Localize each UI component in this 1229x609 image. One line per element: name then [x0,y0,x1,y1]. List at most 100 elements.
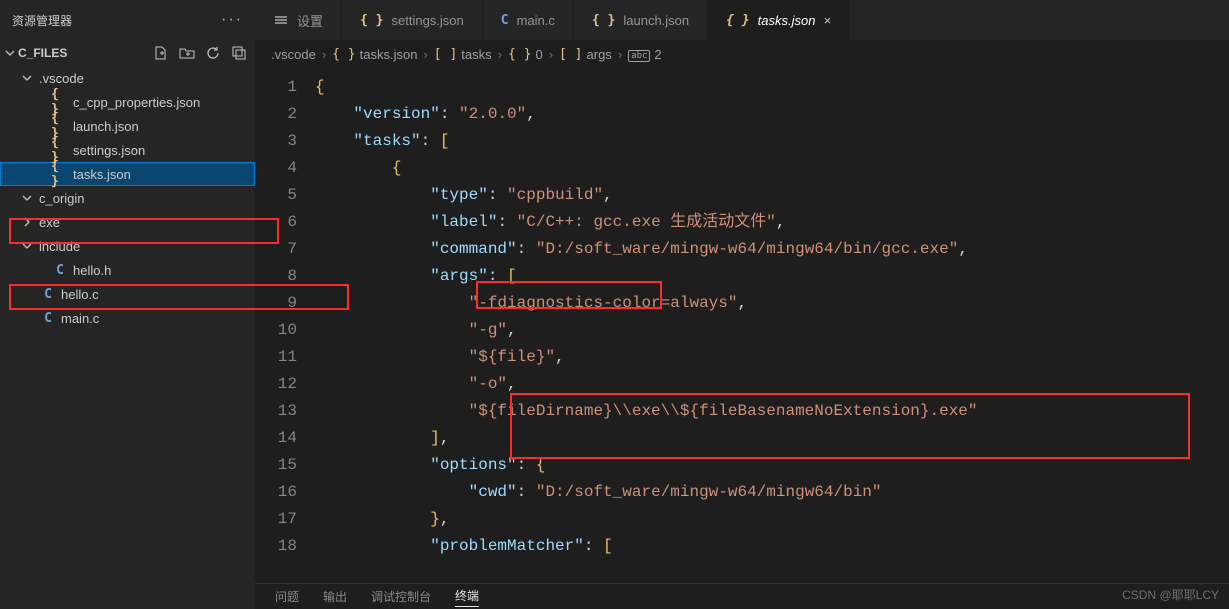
code-line[interactable]: "args": [ [315,263,1229,290]
tree-item-label: launch.json [73,119,139,134]
line-number: 2 [255,101,297,128]
editor-tab[interactable]: { }tasks.json× [708,0,850,40]
json-icon: { } [51,159,69,189]
folder-item[interactable]: exe [0,210,255,234]
panel-tab[interactable]: 调试控制台 [371,588,431,605]
folder-item[interactable]: .vscode [0,66,255,90]
c-icon: C [39,287,57,302]
sidebar-section[interactable]: C_FILES [0,40,255,66]
panel-tab[interactable]: 输出 [323,588,347,605]
line-number: 13 [255,398,297,425]
tree-item-label: hello.c [61,287,99,302]
chevron-down-icon [19,72,35,84]
breadcrumb-sep: › [618,47,622,62]
editor-tab[interactable]: { }settings.json [342,0,483,40]
c-icon: C [39,311,57,326]
file-item[interactable]: Chello.c [0,282,255,306]
code-line[interactable]: "${file}", [315,344,1229,371]
file-item[interactable]: { }launch.json [0,114,255,138]
tree-item-label: c_origin [39,191,85,206]
code-line[interactable]: "-o", [315,371,1229,398]
code-line[interactable]: "command": "D:/soft_ware/mingw-w64/mingw… [315,236,1229,263]
breadcrumb-sep: › [549,47,553,62]
chevron-down-icon [19,240,35,252]
tree-item-label: hello.h [73,263,111,278]
json-icon: { } [592,13,615,28]
breadcrumb-item[interactable]: args [587,47,612,62]
c-icon: C [501,13,509,28]
editor-tab[interactable]: 设置 [255,0,342,40]
code-line[interactable]: ], [315,425,1229,452]
more-icon[interactable]: ··· [221,11,243,29]
line-number: 9 [255,290,297,317]
new-file-icon[interactable] [153,45,169,61]
code-line[interactable]: "version": "2.0.0", [315,101,1229,128]
tree-item-label: main.c [61,311,99,326]
tree-item-label: .vscode [39,71,84,86]
code-line[interactable]: "options": { [315,452,1229,479]
file-item[interactable]: Cmain.c [0,306,255,330]
tab-label: settings.json [392,13,464,28]
code-line[interactable]: { [315,74,1229,101]
watermark: CSDN @耶耶LCY [1122,586,1219,603]
editor-tab[interactable]: Cmain.c [483,0,574,40]
file-item[interactable]: { }c_cpp_properties.json [0,90,255,114]
code-line[interactable]: "cwd": "D:/soft_ware/mingw-w64/mingw64/b… [315,479,1229,506]
line-number: 12 [255,371,297,398]
chevron-right-icon [19,216,35,228]
tab-label: main.c [517,13,555,28]
breadcrumb-icon: { } [332,47,355,62]
breadcrumb-item[interactable]: .vscode [271,47,316,62]
breadcrumb-item[interactable]: tasks.json [360,47,418,62]
tree-item-label: settings.json [73,143,145,158]
code-line[interactable]: "-g", [315,317,1229,344]
file-item[interactable]: { }settings.json [0,138,255,162]
breadcrumb[interactable]: .vscode›{ }tasks.json›[ ]tasks›{ }0›[ ]a… [255,40,1229,68]
code-area[interactable]: 123456789101112131415161718 { "version":… [255,68,1229,609]
close-icon[interactable]: × [823,13,831,28]
breadcrumb-icon: { } [508,47,531,62]
panel-tab[interactable]: 终端 [455,587,479,607]
tab-label: 设置 [297,11,323,30]
line-number: 3 [255,128,297,155]
bottom-panel: 问题 输出 调试控制台 终端 [255,583,1229,609]
refresh-icon[interactable] [205,45,221,61]
code-line[interactable]: }, [315,506,1229,533]
new-folder-icon[interactable] [179,45,195,61]
breadcrumb-sep: › [322,47,326,62]
panel-tab[interactable]: 问题 [275,588,299,605]
collapse-icon[interactable] [231,45,247,61]
tree-item-label: tasks.json [73,167,131,182]
code-content[interactable]: { "version": "2.0.0", "tasks": [ { "type… [315,68,1229,609]
folder-item[interactable]: include [0,234,255,258]
file-item[interactable]: { } tasks.json [0,162,255,186]
line-number: 6 [255,209,297,236]
line-number: 16 [255,479,297,506]
json-icon: { } [726,13,749,28]
breadcrumb-item[interactable]: tasks [461,47,491,62]
breadcrumb-icon: [ ] [559,47,582,62]
line-number: 15 [255,452,297,479]
line-number: 18 [255,533,297,560]
code-line[interactable]: "-fdiagnostics-color=always", [315,290,1229,317]
line-number: 8 [255,263,297,290]
file-tree: .vscode{ }c_cpp_properties.json{ }launch… [0,66,255,609]
folder-item[interactable]: c_origin [0,186,255,210]
line-number: 5 [255,182,297,209]
code-line[interactable]: "${fileDirname}\\exe\\${fileBasenameNoEx… [315,398,1229,425]
editor-area: 设置{ }settings.jsonCmain.c{ }launch.json{… [255,0,1229,609]
file-item[interactable]: Chello.h [0,258,255,282]
editor-tabs: 设置{ }settings.jsonCmain.c{ }launch.json{… [255,0,1229,40]
code-line[interactable]: { [315,155,1229,182]
chevron-down-icon [19,192,35,204]
code-line[interactable]: "type": "cppbuild", [315,182,1229,209]
code-line[interactable]: "label": "C/C++: gcc.exe 生成活动文件", [315,209,1229,236]
section-actions [153,45,247,61]
breadcrumb-item[interactable]: 0 [535,47,542,62]
section-title: C_FILES [18,46,67,60]
breadcrumb-item[interactable]: 2 [654,47,661,62]
code-line[interactable]: "tasks": [ [315,128,1229,155]
editor-tab[interactable]: { }launch.json [574,0,708,40]
code-line[interactable]: "problemMatcher": [ [315,533,1229,560]
line-number: 17 [255,506,297,533]
